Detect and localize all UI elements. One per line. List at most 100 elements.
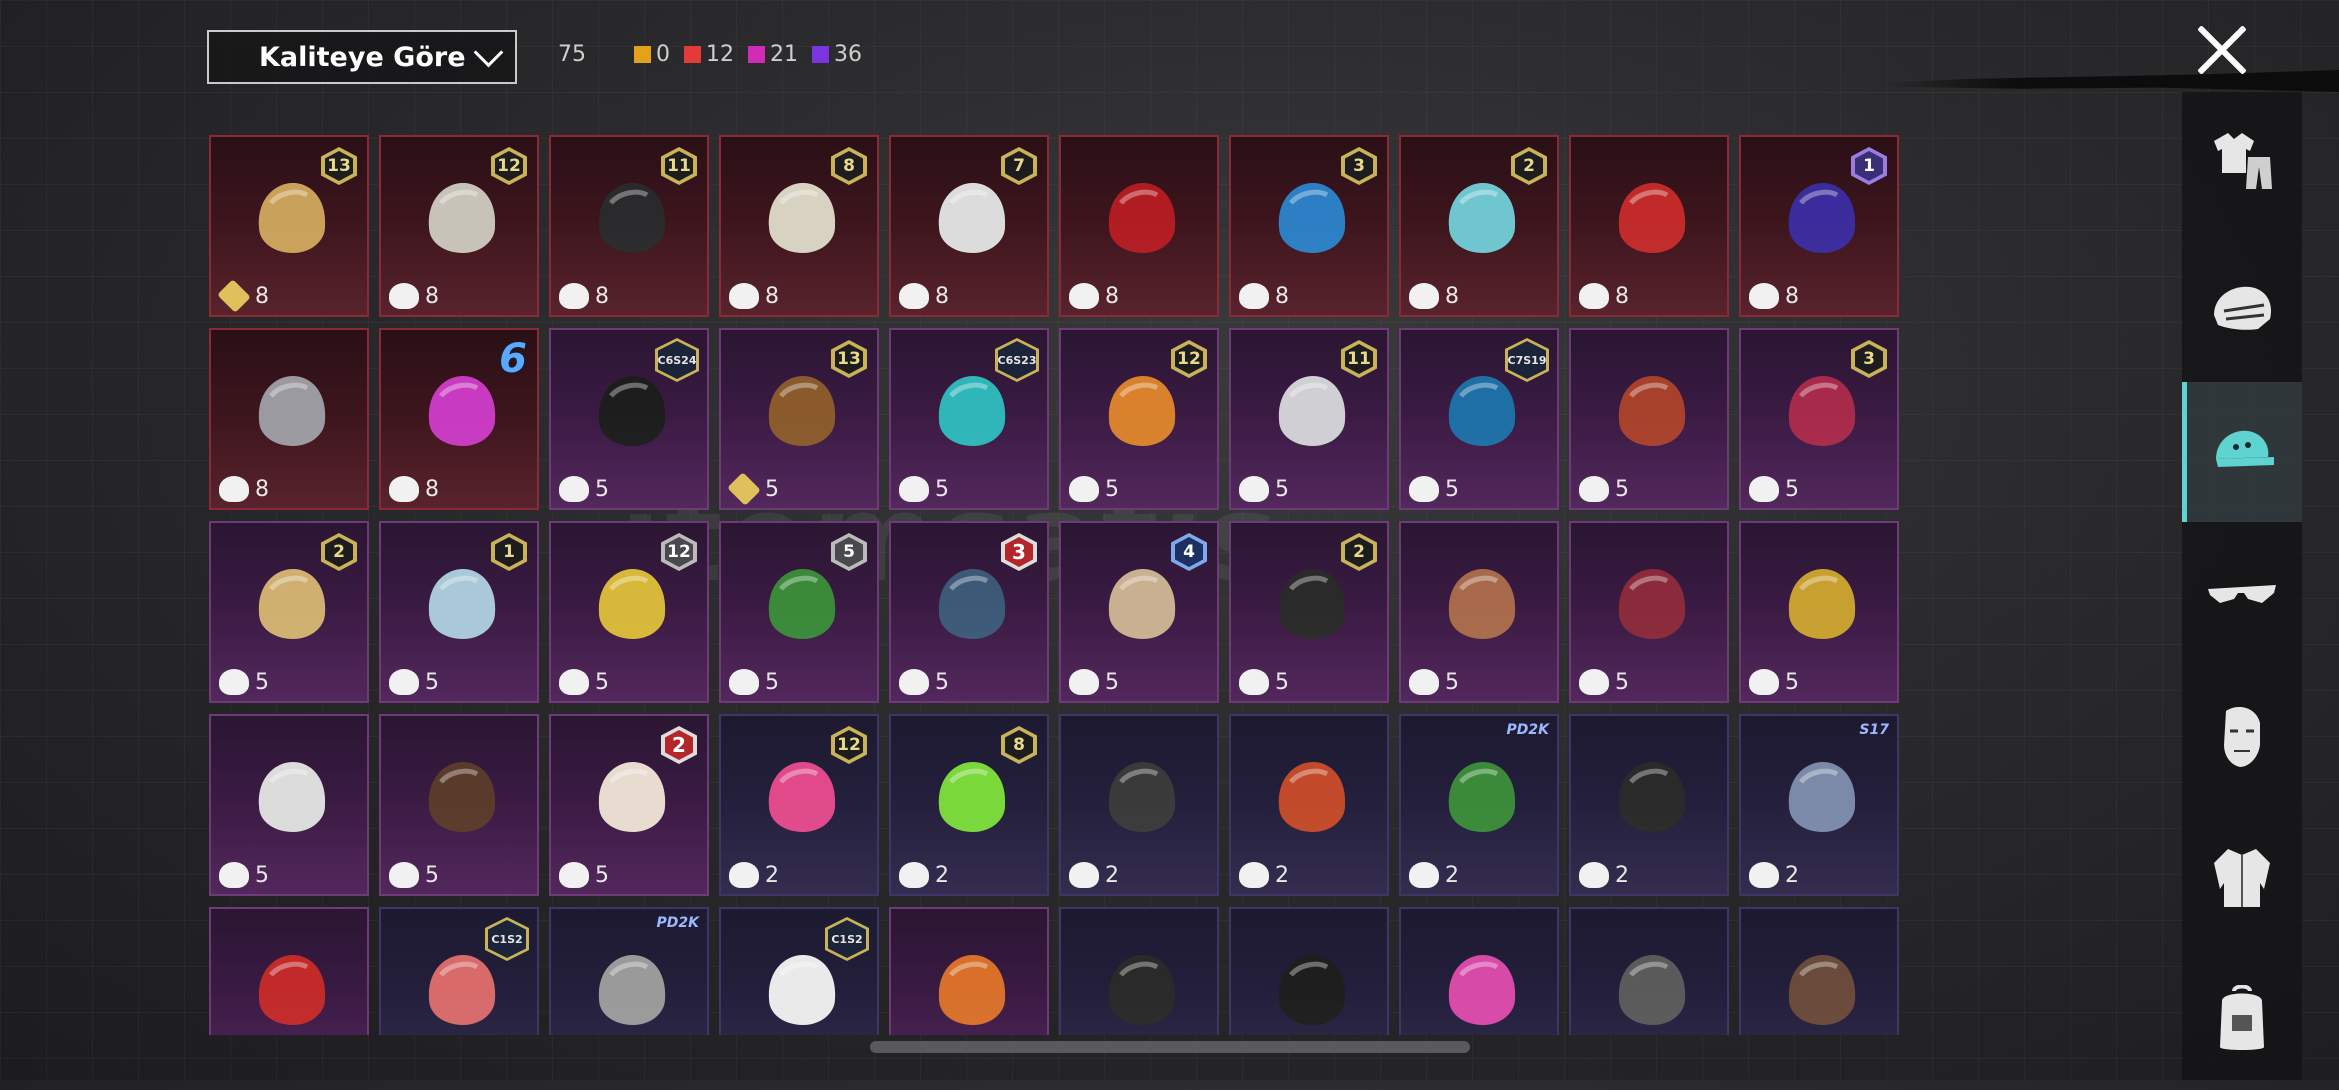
item-image <box>598 569 666 639</box>
item-price: 2 <box>1579 862 1629 888</box>
inventory-item[interactable]: 2 <box>1569 714 1729 896</box>
inventory-item[interactable]: 45 <box>1059 521 1219 703</box>
inventory-item[interactable]: 12 5 <box>549 521 709 703</box>
silver-currency-icon <box>1069 669 1099 695</box>
inventory-item[interactable]: 88 <box>719 135 879 317</box>
inventory-item[interactable]: 25 <box>209 521 369 703</box>
inventory-item[interactable]: 8 <box>1059 135 1219 317</box>
inventory-item[interactable] <box>1399 907 1559 1035</box>
inventory-item[interactable]: 15 <box>379 521 539 703</box>
silver-currency-icon <box>1239 476 1269 502</box>
inventory-item[interactable]: S17 2 <box>1739 714 1899 896</box>
inventory-item[interactable]: 2 <box>1229 714 1389 896</box>
item-image <box>1108 376 1176 446</box>
inventory-item[interactable]: 12 8 <box>379 135 539 317</box>
inventory-item[interactable]: C6S23 5 <box>889 328 1049 510</box>
item-price: 5 <box>899 476 949 502</box>
inventory-item[interactable]: 38 <box>1229 135 1389 317</box>
item-image <box>598 762 666 832</box>
inventory-item[interactable]: 35 <box>889 521 1049 703</box>
inventory-item[interactable]: 11 5 <box>1229 328 1389 510</box>
item-price: 5 <box>389 862 439 888</box>
silver-currency-icon <box>1239 862 1269 888</box>
silver-currency-icon <box>559 476 589 502</box>
item-image <box>258 376 326 446</box>
item-price: 8 <box>217 279 269 313</box>
category-mask[interactable] <box>2182 240 2302 380</box>
glasses-icon <box>2208 585 2276 603</box>
inventory-item[interactable]: 2 <box>1059 714 1219 896</box>
item-price: 8 <box>389 283 439 309</box>
item-image <box>1108 762 1176 832</box>
silver-currency-icon <box>899 669 929 695</box>
inventory-item[interactable]: PD2K 2 <box>1399 714 1559 896</box>
item-image <box>1788 569 1856 639</box>
inventory-item[interactable]: 18 <box>1739 135 1899 317</box>
close-icon[interactable] <box>2192 20 2252 80</box>
inventory-item[interactable] <box>1229 907 1389 1035</box>
inventory-item[interactable]: 5 <box>209 714 369 896</box>
inventory-item[interactable]: 12 2 <box>719 714 879 896</box>
inventory-item[interactable]: 8 <box>209 328 369 510</box>
inventory-item[interactable] <box>1569 907 1729 1035</box>
orange-square-icon <box>634 46 651 63</box>
item-price: 5 <box>219 669 269 695</box>
inventory-item[interactable]: 13 8 <box>209 135 369 317</box>
inventory-item[interactable]: 12 5 <box>1059 328 1219 510</box>
inventory-item[interactable]: 5 <box>379 714 539 896</box>
item-image <box>1788 376 1856 446</box>
horizontal-scrollbar[interactable] <box>870 1041 1470 1053</box>
count-pink: 21 <box>748 42 798 67</box>
inventory-item[interactable]: 25 <box>549 714 709 896</box>
inventory-item[interactable]: 5 <box>1399 521 1559 703</box>
inventory-item[interactable]: 13 5 <box>719 328 879 510</box>
item-image <box>768 376 836 446</box>
silver-currency-icon <box>1409 862 1439 888</box>
silver-currency-icon <box>1579 283 1609 309</box>
item-image <box>938 376 1006 446</box>
inventory-item[interactable] <box>1059 907 1219 1035</box>
inventory-item[interactable]: C6S24 5 <box>549 328 709 510</box>
inventory-item[interactable]: 82 <box>889 714 1049 896</box>
item-image <box>1278 569 1346 639</box>
inventory-item[interactable]: 8 <box>1569 135 1729 317</box>
category-backpack[interactable] <box>2182 950 2302 1090</box>
item-image <box>1278 955 1346 1025</box>
category-glasses[interactable] <box>2182 524 2302 664</box>
silver-currency-icon <box>1239 669 1269 695</box>
item-price: 8 <box>1579 283 1629 309</box>
inventory-item[interactable]: 78 <box>889 135 1049 317</box>
category-outfit[interactable] <box>2182 92 2302 232</box>
inventory-item[interactable]: 5 <box>1739 521 1899 703</box>
item-price: 5 <box>1409 476 1459 502</box>
item-price: 2 <box>899 862 949 888</box>
silver-currency-icon <box>1069 862 1099 888</box>
category-jacket[interactable] <box>2182 808 2302 948</box>
item-image <box>598 183 666 253</box>
category-headwear[interactable] <box>2182 382 2302 522</box>
inventory-item[interactable]: 55 <box>719 521 879 703</box>
inventory-item[interactable]: 28 <box>1399 135 1559 317</box>
inventory-item[interactable]: PD2K <box>549 907 709 1035</box>
inventory-item[interactable]: 25 <box>1229 521 1389 703</box>
item-image <box>938 762 1006 832</box>
inventory-item[interactable] <box>1739 907 1899 1035</box>
inventory-item[interactable]: C7S19 5 <box>1399 328 1559 510</box>
inventory-item[interactable]: 35 <box>1739 328 1899 510</box>
sort-dropdown[interactable]: Kaliteye Göre <box>207 30 517 84</box>
inventory-item[interactable]: 5 <box>1569 521 1729 703</box>
inventory-item[interactable]: C1S2 <box>719 907 879 1035</box>
silver-currency-icon <box>899 862 929 888</box>
inventory-item[interactable]: 11 8 <box>549 135 709 317</box>
inventory-item[interactable] <box>889 907 1049 1035</box>
inventory-item[interactable]: 68 <box>379 328 539 510</box>
category-face[interactable] <box>2182 666 2302 806</box>
inventory-item[interactable] <box>209 907 369 1035</box>
item-price: 8 <box>1239 283 1289 309</box>
silver-currency-icon <box>729 283 759 309</box>
item-image <box>1618 762 1686 832</box>
inventory-item[interactable]: 5 <box>1569 328 1729 510</box>
item-image <box>768 762 836 832</box>
inventory-item[interactable]: C1S2 <box>379 907 539 1035</box>
item-image <box>428 762 496 832</box>
